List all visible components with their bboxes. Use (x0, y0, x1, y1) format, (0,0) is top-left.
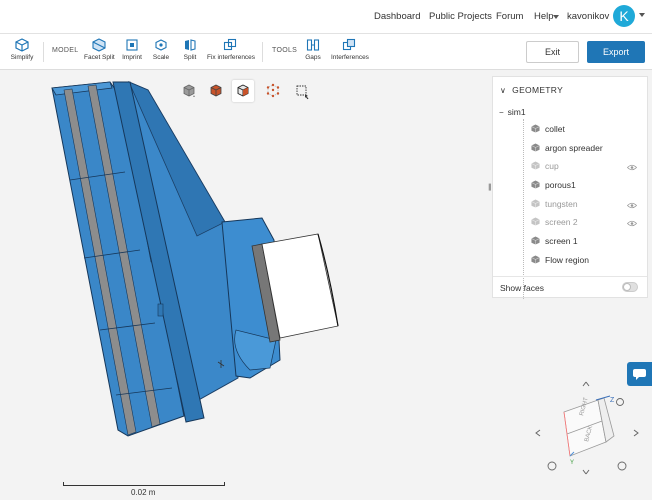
fix-interferences-button[interactable]: Fix interferences (207, 38, 256, 61)
collapse-icon[interactable]: − (499, 108, 504, 117)
eye-icon[interactable] (627, 164, 637, 171)
geometry-panel: ∨ GEOMETRY − sim1 collet argon spreader cu… (492, 76, 648, 299)
cube-icon (531, 255, 540, 264)
y-axis-label: Y (570, 460, 574, 466)
cube-icon (531, 217, 540, 226)
simplify-button[interactable]: Simplify (9, 38, 35, 61)
geometry-item-screen-1[interactable]: screen 1 (531, 236, 578, 246)
facet-split-label: Facet Split (84, 54, 115, 61)
fix-interferences-label: Fix interferences (207, 54, 256, 61)
gaps-label: Gaps (305, 54, 321, 61)
chevron-down-icon[interactable]: ∨ (500, 86, 506, 95)
cube-icon (531, 124, 540, 133)
facet-split-icon (92, 38, 106, 52)
nav-public-projects[interactable]: Public Projects (429, 11, 492, 22)
cube-icon (531, 161, 540, 170)
rotate-right-arrow-icon[interactable] (633, 429, 639, 437)
rotate-ccw-icon[interactable] (547, 461, 557, 471)
cad-model[interactable] (0, 70, 480, 480)
cube-icon (531, 199, 540, 208)
geometry-item-label: tungsten (545, 199, 578, 209)
cube-icon (531, 180, 540, 189)
imprint-label: Imprint (122, 54, 142, 61)
geometry-item-label: argon spreader (545, 143, 603, 153)
user-menu-chevron-down-icon[interactable] (639, 13, 645, 17)
toolbar-divider (262, 42, 263, 62)
rotate-left-arrow-icon[interactable] (535, 429, 541, 437)
panel-resize-handle[interactable]: ❚ (487, 183, 493, 191)
fix-interferences-icon (223, 38, 237, 51)
sim-name: sim1 (507, 107, 526, 117)
gaps-icon (306, 39, 320, 51)
show-faces-row: Show faces (493, 276, 647, 298)
geometry-item-cup[interactable]: cup (531, 161, 559, 171)
geometry-item-label: porous1 (545, 180, 576, 190)
rotate-up-arrow-icon[interactable] (582, 381, 590, 387)
z-axis-label: Z (610, 397, 615, 404)
exit-button[interactable]: Exit (526, 41, 579, 63)
geometry-item-label: Flow region (545, 255, 589, 265)
tools-section-label: TOOLS (272, 47, 298, 54)
show-faces-toggle[interactable] (622, 282, 638, 292)
cube-icon (531, 143, 540, 152)
home-view-icon[interactable] (616, 398, 624, 406)
geometry-item-label: collet (545, 124, 565, 134)
facet-split-button[interactable]: Facet Split (84, 38, 115, 61)
scale-button[interactable]: Scale (152, 38, 170, 61)
orientation-cube[interactable]: RIGHT BACK Y Z (530, 378, 650, 478)
tree-connector (523, 119, 524, 299)
nav-help[interactable]: Help (534, 11, 554, 22)
scale-bar (63, 482, 225, 486)
top-navigation: Dashboard Public Projects Forum Help kav… (0, 0, 652, 34)
gaps-button[interactable]: Gaps (304, 38, 322, 61)
split-icon (185, 39, 196, 51)
geometry-item-screen-2[interactable]: screen 2 (531, 217, 578, 227)
eye-icon[interactable] (627, 202, 637, 209)
show-faces-label: Show faces (500, 283, 544, 293)
sim-tree-root[interactable]: − sim1 (499, 107, 526, 117)
geometry-item-label: screen 1 (545, 236, 578, 246)
geometry-header[interactable]: ∨ GEOMETRY (500, 85, 563, 95)
avatar[interactable]: K (613, 5, 635, 27)
geometry-item-label: screen 2 (545, 217, 578, 227)
imprint-icon (126, 39, 138, 51)
nav-forum[interactable]: Forum (496, 11, 523, 22)
geometry-item-flow-region[interactable]: Flow region (531, 255, 589, 265)
geometry-item-argon-spreader[interactable]: argon spreader (531, 143, 603, 153)
interferences-button[interactable]: Interferences (331, 38, 369, 61)
scale-bar-label: 0.02 m (131, 488, 156, 497)
interferences-icon (342, 38, 356, 51)
imprint-button[interactable]: Imprint (121, 38, 143, 61)
geometry-item-tungsten[interactable]: tungsten (531, 199, 578, 209)
toolbar-divider (43, 42, 44, 62)
split-button[interactable]: Split (182, 38, 198, 61)
simplify-label: Simplify (10, 54, 34, 61)
model-section-label: MODEL (52, 47, 79, 54)
nav-username[interactable]: kavonikov (567, 11, 609, 22)
scale-icon (155, 39, 167, 51)
toggle-knob (623, 283, 631, 291)
split-label: Split (183, 54, 197, 61)
geometry-item-porous1[interactable]: porous1 (531, 180, 576, 190)
interferences-label: Interferences (331, 54, 369, 61)
help-chevron-down-icon[interactable] (553, 15, 559, 19)
rotate-down-arrow-icon[interactable] (582, 469, 590, 475)
cube-icon (15, 38, 29, 52)
geometry-item-label: cup (545, 161, 559, 171)
rotate-cw-icon[interactable] (617, 461, 627, 471)
eye-icon[interactable] (627, 220, 637, 227)
geometry-item-collet[interactable]: collet (531, 124, 565, 134)
cube-icon (531, 236, 540, 245)
export-button[interactable]: Export (587, 41, 645, 63)
nav-dashboard[interactable]: Dashboard (374, 11, 420, 22)
scale-label: Scale (152, 54, 170, 61)
geometry-title: GEOMETRY (512, 85, 564, 95)
